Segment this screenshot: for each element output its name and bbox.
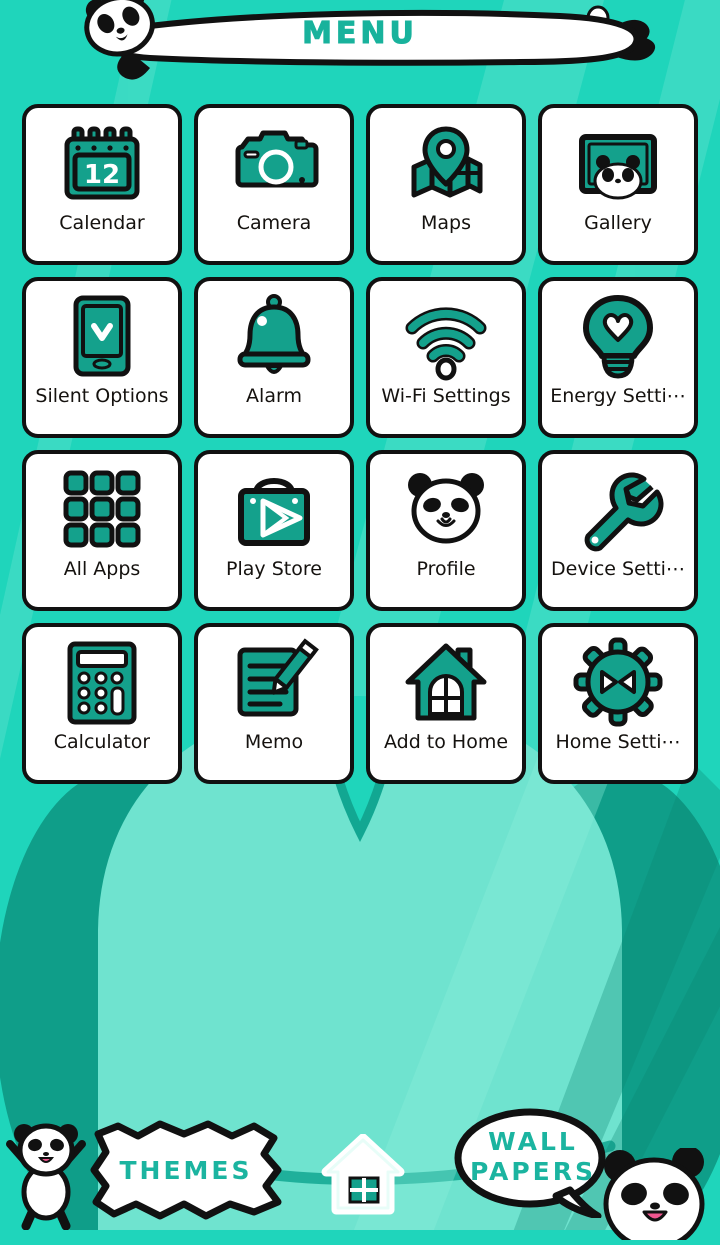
app-tile-maps[interactable]: Maps <box>366 104 526 265</box>
calendar-icon: 12 <box>56 117 148 209</box>
app-label: All Apps <box>63 558 141 580</box>
app-tile-calculator[interactable]: Calculator <box>22 623 182 784</box>
app-tile-all-apps[interactable]: All Apps <box>22 450 182 611</box>
app-tile-home-settings[interactable]: Home Setti⋯ <box>538 623 698 784</box>
panda-face-icon <box>400 463 492 555</box>
panda-face-decoration <box>596 1146 720 1245</box>
app-label: Calendar <box>59 212 145 234</box>
panda-waving-decoration <box>4 1112 88 1231</box>
app-label: Alarm <box>246 385 302 407</box>
themes-button[interactable]: THEMES <box>88 1118 284 1222</box>
map-pin-icon <box>400 117 492 209</box>
app-label: Silent Options <box>35 385 169 407</box>
wifi-icon <box>400 290 492 382</box>
bell-icon <box>228 290 320 382</box>
app-tile-wifi-settings[interactable]: Wi-Fi Settings <box>366 277 526 438</box>
memo-pencil-icon <box>228 636 320 728</box>
app-tile-profile[interactable]: Profile <box>366 450 526 611</box>
app-label: Play Store <box>226 558 322 580</box>
app-tile-calendar[interactable]: 12 Calendar <box>22 104 182 265</box>
app-tile-energy-settings[interactable]: Energy Setti⋯ <box>538 277 698 438</box>
app-grid: 12 Calendar Camera Maps Gallery Silent O… <box>0 104 720 784</box>
menu-header-banner: MENU <box>0 0 720 82</box>
svg-text:12: 12 <box>84 160 120 190</box>
app-label: Profile <box>416 558 476 580</box>
app-label: Energy Setti⋯ <box>550 385 686 407</box>
calculator-icon <box>56 636 148 728</box>
app-tile-memo[interactable]: Memo <box>194 623 354 784</box>
gallery-panda-frame-icon <box>572 117 664 209</box>
app-label: Add to Home <box>383 731 509 753</box>
app-label: Home Setti⋯ <box>555 731 681 753</box>
app-tile-silent-options[interactable]: Silent Options <box>22 277 182 438</box>
phone-silent-icon <box>56 290 148 382</box>
wrench-icon <box>572 463 664 555</box>
app-label: Gallery <box>584 212 652 234</box>
app-label: Camera <box>236 212 312 234</box>
camera-icon <box>228 117 320 209</box>
wallpapers-button[interactable]: WALL PAPERS <box>452 1106 614 1220</box>
app-tile-device-settings[interactable]: Device Setti⋯ <box>538 450 698 611</box>
app-label: Maps <box>421 212 471 234</box>
app-tile-add-to-home[interactable]: Add to Home <box>366 623 526 784</box>
page-title: MENU <box>302 16 418 52</box>
app-label: Calculator <box>53 731 151 753</box>
home-button[interactable] <box>320 1133 406 1216</box>
house-icon <box>400 636 492 728</box>
app-label: Wi-Fi Settings <box>381 385 511 407</box>
app-label: Memo <box>244 731 304 753</box>
app-tile-alarm[interactable]: Alarm <box>194 277 354 438</box>
app-tile-camera[interactable]: Camera <box>194 104 354 265</box>
app-tile-play-store[interactable]: Play Store <box>194 450 354 611</box>
play-store-bag-icon <box>228 463 320 555</box>
app-label: Device Setti⋯ <box>551 558 685 580</box>
lightbulb-heart-icon <box>572 290 664 382</box>
gear-bowtie-icon <box>572 636 664 728</box>
grid-apps-icon <box>56 463 148 555</box>
app-tile-gallery[interactable]: Gallery <box>538 104 698 265</box>
